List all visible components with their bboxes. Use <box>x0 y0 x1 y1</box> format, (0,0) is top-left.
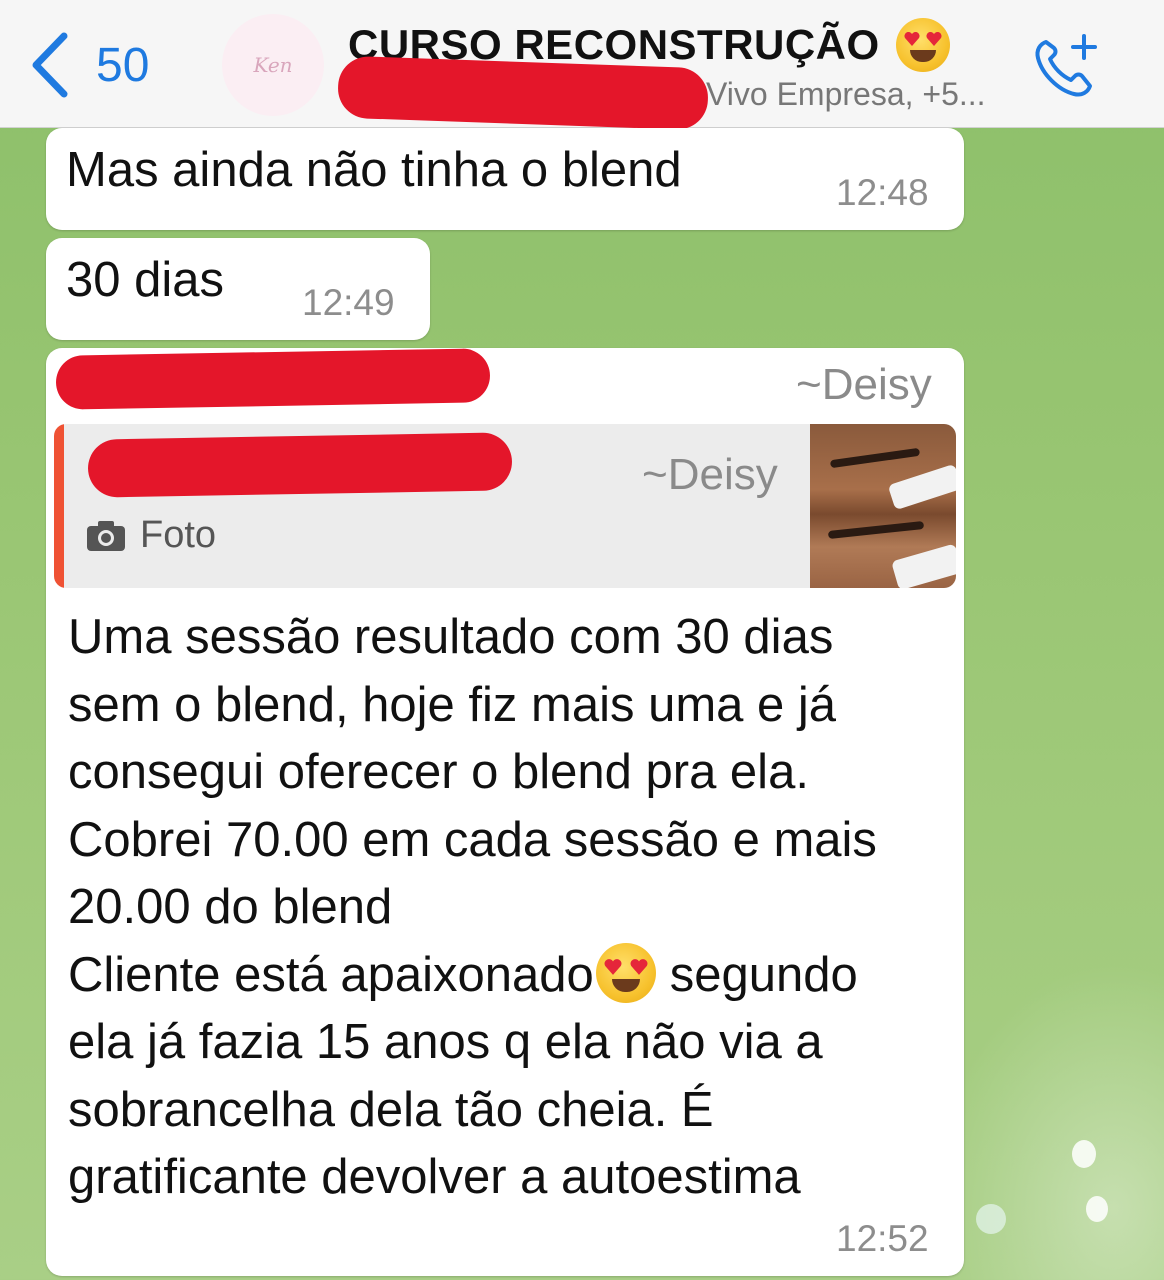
heart-eyes-emoji-icon <box>895 18 950 72</box>
message-line: Cliente está apaixonado segundo <box>68 942 958 1010</box>
message-bubble[interactable]: Mas ainda não tinha o blend 12:48 <box>46 128 964 230</box>
quoted-message[interactable]: ~Deisy Foto <box>54 424 956 588</box>
message-line: 20.00 do blend <box>68 880 393 934</box>
water-drop <box>1086 1196 1108 1222</box>
message-text: 30 dias <box>66 253 225 307</box>
chevron-left-icon <box>32 32 68 98</box>
sender-name: ~Deisy <box>796 360 932 409</box>
message-line: sobrancelha dela tão cheia. É <box>68 1082 714 1137</box>
message-line: consegui oferecer o blend pra ela. <box>68 745 809 799</box>
message-text: Mas ainda não tinha o blend <box>66 143 682 197</box>
water-drop <box>976 1204 1006 1234</box>
redaction-mark <box>337 55 709 131</box>
redaction-mark <box>55 348 491 410</box>
camera-icon <box>87 520 125 551</box>
heart-eyes-emoji-icon <box>595 942 656 1003</box>
quoted-photo-label: Foto <box>86 514 216 557</box>
add-call-icon[interactable] <box>1032 32 1104 98</box>
message-bubble[interactable]: 30 dias 12:49 <box>46 238 430 340</box>
message-bubble[interactable]: ~Deisy ~Deisy Foto Uma sessão resultado … <box>46 348 964 1276</box>
message-line: sem o blend, hoje fiz mais uma e já <box>68 677 837 732</box>
quote-accent-bar <box>54 424 64 588</box>
chat-header: 50 Ken CURSO RECONSTRUÇÃO Vivo Empresa, … <box>0 0 1164 131</box>
participants-subtitle: Vivo Empresa, +5... <box>706 76 986 112</box>
quoted-sender-name: ~Deisy <box>642 450 778 499</box>
message-line-part: Cliente está apaixonado <box>68 947 594 1002</box>
message-line: ela já fazia 15 anos q ela não via a <box>68 1015 823 1069</box>
message-line: Uma sessão resultado com 30 dias <box>68 610 834 664</box>
message-time: 12:52 <box>836 1218 929 1259</box>
message-time: 12:48 <box>836 172 929 213</box>
message-line-part: segundo <box>669 947 858 1002</box>
avatar-logo-text: Ken <box>253 53 293 77</box>
message-line: gratificante devolver a autoestima <box>68 1150 801 1204</box>
quoted-type-label: Foto <box>140 514 217 556</box>
back-button[interactable]: 50 <box>30 30 180 100</box>
group-avatar[interactable]: Ken <box>222 14 324 116</box>
quoted-photo-thumbnail[interactable] <box>810 424 956 588</box>
message-body: Uma sessão resultado com 30 dias sem o b… <box>68 604 958 1212</box>
redaction-mark <box>87 432 513 498</box>
message-time: 12:49 <box>302 282 395 323</box>
message-line: Cobrei 70.00 em cada sessão e mais <box>68 812 877 867</box>
unread-count: 50 <box>96 38 150 92</box>
water-drop <box>1072 1140 1096 1168</box>
